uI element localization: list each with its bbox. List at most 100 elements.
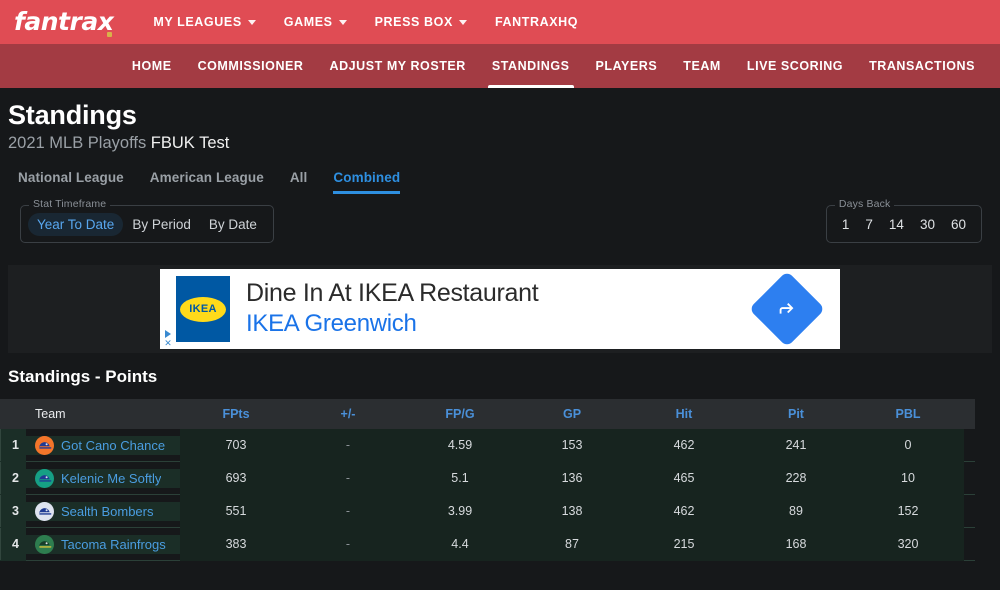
fantrax-logo[interactable]: fantrax	[14, 7, 114, 37]
row-fpg-value: 5.1	[451, 471, 469, 486]
adchoices-triangle-icon[interactable]	[165, 330, 171, 339]
row-hit-cell: 465	[628, 461, 740, 495]
row-gp-cell: 87	[516, 527, 628, 561]
header-fpg[interactable]: FP/G	[404, 407, 516, 421]
row-pit-value: 168	[785, 537, 807, 552]
stat-timeframe-option-by-date[interactable]: By Date	[200, 213, 266, 236]
stat-timeframe-legend: Stat Timeframe	[29, 198, 111, 211]
row-rank: 2	[0, 461, 26, 495]
row-pbl-value: 10	[901, 471, 915, 486]
row-rank-value: 4	[12, 537, 19, 552]
row-fpts-value: 703	[225, 438, 247, 453]
team-name-link[interactable]: Tacoma Rainfrogs	[61, 537, 166, 552]
row-pit-cell: 168	[740, 527, 852, 561]
row-team-cell: Kelenic Me Softly	[26, 468, 180, 488]
team-name-link[interactable]: Sealth Bombers	[61, 504, 154, 519]
days-back-legend: Days Back	[834, 198, 895, 211]
team-name-link[interactable]: Kelenic Me Softly	[61, 471, 161, 486]
table-row[interactable]: 2 Kelenic Me Softly 693 - 5.1 136 465 228 10	[0, 461, 975, 496]
row-pit-cell: 241	[740, 428, 852, 462]
row-team-cell: Got Cano Chance	[26, 435, 180, 455]
ad-headline: Dine In At IKEA Restaurant	[246, 279, 539, 308]
stat-timeframe-option-year-to-date[interactable]: Year To Date	[28, 212, 124, 236]
row-pit-value: 228	[785, 471, 807, 486]
team-avatar-icon	[35, 534, 54, 554]
table-row[interactable]: 3 Sealth Bombers 551 - 3.99 138 462 89 152	[0, 494, 975, 529]
close-x-icon[interactable]: ✕	[164, 339, 172, 348]
row-pbl-cell: 0	[852, 428, 964, 462]
header-plusminus[interactable]: +/-	[292, 407, 404, 421]
tab-all[interactable]: All	[280, 166, 324, 194]
row-hit-value: 465	[673, 471, 695, 486]
row-fpg-value: 4.4	[451, 537, 469, 552]
league-filter-tabs: National League American League All Comb…	[0, 166, 1000, 195]
row-plusminus-value: -	[345, 471, 351, 486]
tab-american-league[interactable]: American League	[140, 166, 280, 194]
season-label: 2021 MLB Playoffs	[8, 134, 147, 153]
stat-timeframe-group: Stat Timeframe Year To Date By Period By…	[20, 198, 274, 244]
top-nav-press-box-label: PRESS BOX	[374, 15, 453, 29]
top-navigation-bar: fantrax MY LEAGUES GAMES PRESS BOX FANTR…	[0, 0, 1000, 44]
row-gp-cell: 153	[516, 428, 628, 462]
team-name-link[interactable]: Got Cano Chance	[61, 438, 165, 453]
chevron-down-icon	[338, 19, 347, 25]
team-avatar-icon	[35, 501, 54, 521]
header-fpts[interactable]: FPts	[180, 407, 292, 421]
top-nav-press-box[interactable]: PRESS BOX	[361, 9, 481, 35]
header-gp[interactable]: GP	[516, 407, 628, 421]
subnav-item-transactions[interactable]: TRANSACTIONS	[856, 44, 988, 88]
subnav-item-live-scoring[interactable]: LIVE SCORING	[734, 44, 856, 88]
top-nav-items: MY LEAGUES GAMES PRESS BOX FANTRAXHQ	[139, 9, 592, 35]
row-hit-value: 462	[673, 438, 695, 453]
top-nav-my-leagues[interactable]: MY LEAGUES	[139, 9, 269, 35]
row-gp-cell: 136	[516, 461, 628, 495]
row-plusminus-cell: -	[292, 527, 404, 561]
header-team: Team	[35, 407, 66, 422]
top-nav-games-label: GAMES	[283, 15, 333, 29]
advertisement-container: ✕ IKEA Dine In At IKEA Restaurant IKEA G…	[8, 265, 992, 354]
subnav-item-commissioner[interactable]: COMMISSIONER	[185, 44, 317, 88]
days-back-option-30[interactable]: 30	[912, 213, 943, 236]
row-plusminus-cell: -	[292, 461, 404, 495]
subnav-item-standings[interactable]: STANDINGS	[479, 44, 583, 88]
header-pit[interactable]: Pit	[740, 407, 852, 421]
table-row[interactable]: 4 Tacoma Rainfrogs 383 - 4.4 87 215 168 320	[0, 527, 975, 562]
page-title: Standings	[8, 100, 137, 130]
days-back-option-7[interactable]: 7	[857, 213, 881, 236]
standings-table: Team FPts +/- FP/G GP Hit Pit PBL 1 Got C…	[0, 399, 975, 562]
row-pbl-cell: 152	[852, 494, 964, 528]
row-fpts-cell: 703	[180, 428, 292, 462]
ikea-logo: IKEA	[176, 276, 230, 343]
tab-combined[interactable]: Combined	[323, 166, 416, 195]
row-fpts-value: 693	[225, 471, 247, 486]
top-nav-games[interactable]: GAMES	[270, 9, 361, 35]
stat-timeframe-option-by-period[interactable]: By Period	[123, 213, 200, 236]
top-nav-fantraxhq[interactable]: FANTRAXHQ	[481, 9, 592, 35]
ikea-ad-banner[interactable]: ✕ IKEA Dine In At IKEA Restaurant IKEA G…	[160, 269, 840, 350]
team-avatar-icon	[35, 435, 54, 455]
days-back-option-60[interactable]: 60	[943, 213, 974, 236]
subnav-item-players[interactable]: PLAYERS	[583, 44, 671, 88]
table-row[interactable]: 1 Got Cano Chance 703 - 4.59 153 462 241 0	[0, 428, 975, 463]
row-hit-cell: 462	[628, 494, 740, 528]
row-fpg-cell: 4.4	[404, 527, 516, 561]
row-rank: 4	[0, 527, 26, 561]
subnav-item-team[interactable]: TEAM	[670, 44, 734, 88]
row-rank-value: 1	[12, 438, 19, 453]
ad-text-block: Dine In At IKEA Restaurant IKEA Greenwic…	[246, 279, 760, 339]
subnav-item-home[interactable]: HOME	[119, 44, 185, 88]
row-gp-value: 138	[561, 504, 583, 519]
row-rank-value: 3	[12, 504, 19, 519]
row-pbl-value: 0	[904, 438, 912, 453]
row-fpg-value: 3.99	[447, 504, 473, 519]
days-back-group: Days Back 1 7 14 30 60	[825, 198, 982, 244]
header-pbl[interactable]: PBL	[852, 407, 964, 421]
header-hit[interactable]: Hit	[628, 407, 740, 421]
ad-sponsor-link[interactable]: IKEA Greenwich	[246, 310, 760, 339]
days-back-option-14[interactable]: 14	[881, 213, 912, 236]
directions-arrow-icon[interactable]	[748, 271, 826, 348]
row-rank: 1	[0, 428, 26, 462]
subnav-item-adjust-my-roster[interactable]: ADJUST MY ROSTER	[317, 44, 479, 88]
days-back-option-1[interactable]: 1	[834, 213, 858, 236]
tab-national-league[interactable]: National League	[8, 166, 140, 194]
